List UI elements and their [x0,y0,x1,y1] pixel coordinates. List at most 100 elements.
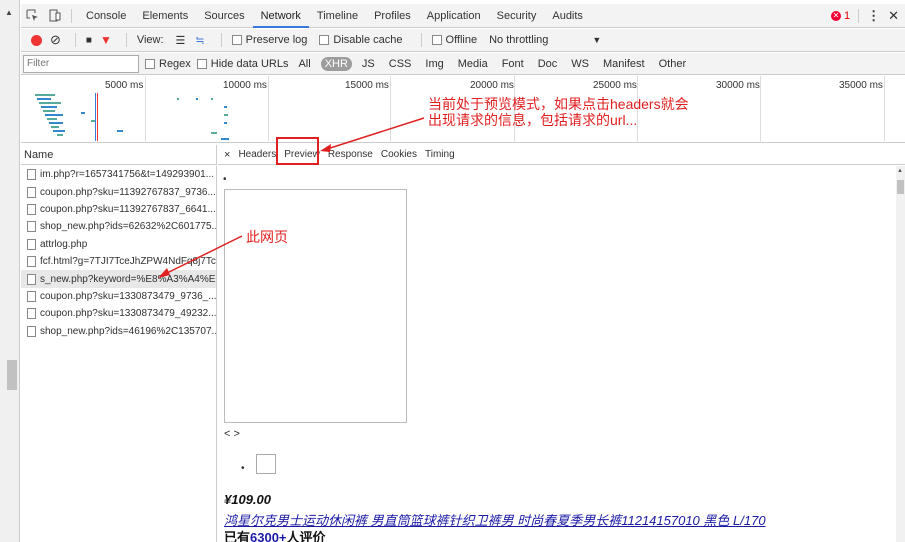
type-filter-css[interactable]: CSS [385,57,416,71]
tab-headers[interactable]: Headers [234,145,280,165]
waterfall-bar [47,118,57,120]
type-filter-all[interactable]: All [294,57,314,71]
network-toolbar: ⊘ ■ ▼ View: ☰ ≒ Preserve log Disable cac… [21,29,905,52]
hide-data-urls-toggle[interactable]: Hide data URLs [196,58,288,70]
request-row[interactable]: coupon.php?sku=1330873479_49232... [21,305,216,322]
file-icon [27,256,36,268]
checkbox-icon [431,35,442,45]
tabbar-right: ✕ 1 ⋮ ✕ [830,8,905,24]
waterfall-bar [45,114,63,116]
tab-application[interactable]: Application [419,4,489,28]
request-row-selected[interactable]: s_new.php?keyword=%E8%A3%A4%E... [21,270,216,288]
scroll-thumb[interactable] [7,360,17,390]
view-label: View: [136,34,164,46]
throttling-select[interactable]: No throttling ▼ [489,34,601,46]
type-filter-font[interactable]: Font [498,57,528,71]
type-filter-doc[interactable]: Doc [534,57,562,71]
waterfall-bar [224,122,227,124]
dropdown-arrow-icon: ▼ [592,35,602,45]
request-row[interactable]: shop_new.php?ids=46196%2C135707... [21,323,216,340]
waterfall-bar [221,138,229,140]
error-count: 1 [843,9,851,22]
timeline-tick: 25000 ms [593,80,637,91]
regex-label: Regex [159,57,191,70]
scroll-up-icon[interactable]: ▲ [5,8,13,17]
type-filter-other[interactable]: Other [655,57,691,71]
request-list: im.php?r=1657341756&t=149293901... coupo… [21,166,217,542]
close-devtools-icon[interactable]: ✕ [888,8,899,24]
request-name: coupon.php?sku=11392767837_6641... [40,203,216,215]
checkbox-icon [145,58,155,69]
large-rows-icon[interactable]: ☰ [176,34,186,47]
rating-count[interactable]: 6300+ [250,530,287,542]
rating-suffix: 人评价 [286,530,326,542]
preview-pane: • < > • ¥109.00 鸿星尔克男士运动休闲裤 男直筒篮球裤针织卫裤男 … [218,166,905,542]
device-mode-icon[interactable] [43,5,65,27]
clear-icon[interactable]: ⊘ [50,32,61,48]
preview-scrollbar[interactable]: ▲ [896,166,905,542]
request-row[interactable]: coupon.php?sku=11392767837_6641... [21,201,216,218]
type-filter-manifest[interactable]: Manifest [599,57,649,71]
waterfall-bar [211,132,217,134]
tab-timeline[interactable]: Timeline [309,4,366,28]
scroll-thumb[interactable] [897,180,904,194]
timeline-tick: 30000 ms [716,80,760,91]
tab-response[interactable]: Response [324,145,377,165]
carousel-pager[interactable]: < > [224,428,240,440]
divider [858,8,860,23]
timeline-tick: 20000 ms [470,80,514,91]
checkbox-icon [231,35,242,45]
disable-cache-toggle[interactable]: Disable cache [319,34,403,46]
request-row[interactable]: shop_new.php?ids=62632%2C601775... [21,218,216,235]
tab-audits[interactable]: Audits [544,4,591,28]
tab-network[interactable]: Network [252,4,309,28]
grid-line [268,76,269,143]
filter-icon[interactable]: ▼ [100,33,112,47]
type-filter-js[interactable]: JS [358,57,379,71]
offline-toggle[interactable]: Offline [431,34,478,46]
tab-security[interactable]: Security [489,4,545,28]
type-filter-xhr[interactable]: XHR [320,56,352,71]
waterfall-bar [53,130,65,132]
type-filter-media[interactable]: Media [454,57,492,71]
request-row[interactable]: fcf.html?g=7TJI7TceJhZPW4NdFq8j7Tc... [21,253,216,270]
tab-sources[interactable]: Sources [196,4,252,28]
left-scroll-strip: ▲ [0,0,20,542]
request-row[interactable]: coupon.php?sku=1330873479_9736_... [21,288,216,305]
more-menu-icon[interactable]: ⋮ [867,8,880,24]
scroll-up-icon[interactable]: ▲ [897,168,903,174]
grid-line [390,76,391,143]
type-filter-ws[interactable]: WS [567,57,593,71]
throttling-value: No throttling [489,34,549,46]
capture-screenshots-icon[interactable]: ■ [86,35,92,46]
close-detail-icon[interactable]: × [220,149,234,161]
tab-elements[interactable]: Elements [134,4,196,28]
offline-label: Offline [445,34,478,46]
detail-tabbar: × Headers Preview Response Cookies Timin… [218,145,905,165]
waterfall-bar [117,130,123,132]
request-name: coupon.php?sku=1330873479_49232... [40,308,216,320]
request-row[interactable]: im.php?r=1657341756&t=149293901... [21,166,216,183]
waterfall-bar [35,94,55,96]
request-row[interactable]: attrlog.php [21,236,216,253]
filter-input[interactable] [23,54,139,73]
tab-cookies[interactable]: Cookies [377,145,421,165]
type-filter-img[interactable]: Img [421,57,447,71]
devtools-tabbar: Console Elements Sources Network Timelin… [21,4,905,28]
waterfall-bar [49,122,63,124]
tab-profiles[interactable]: Profiles [366,4,419,28]
list-bullet: • [241,463,245,474]
inspect-element-icon[interactable] [21,5,43,27]
request-row[interactable]: coupon.php?sku=11392767837_9736... [21,183,216,200]
overview-icon[interactable]: ≒ [195,34,204,47]
checkbox-icon [196,58,207,69]
regex-toggle[interactable]: Regex [145,58,191,70]
preserve-log-toggle[interactable]: Preserve log [231,34,307,46]
record-icon[interactable] [31,34,42,46]
tab-console[interactable]: Console [78,4,134,28]
error-badge[interactable]: ✕ 1 [830,9,851,22]
name-column-header[interactable]: Name [21,145,217,165]
grid-line [145,76,146,143]
divider [74,33,76,47]
tab-timing[interactable]: Timing [421,145,459,165]
